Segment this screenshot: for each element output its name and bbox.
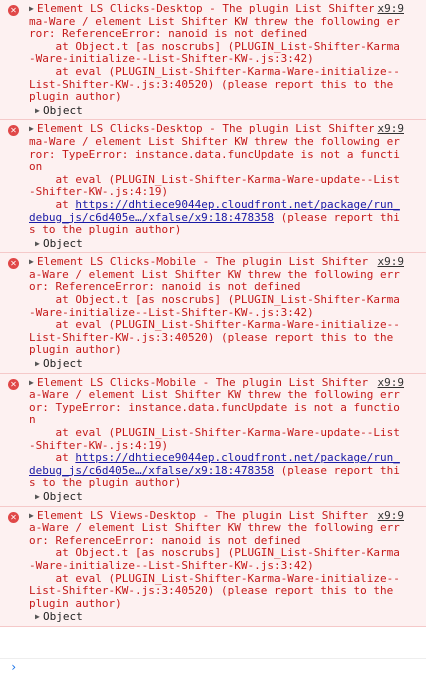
object-toggle[interactable]: ▶ Object [35,357,403,371]
stack-trace-line: at eval (PLUGIN_List-Shifter-Karma-Ware-… [29,318,400,357]
console-error-entry: ✕ x9:9 ▶ Element LS Clicks-Desktop - The pl… [0,0,426,121]
error-icon: ✕ [8,378,19,390]
expand-triangle-icon[interactable]: ▶ [35,491,43,504]
console-prompt[interactable]: › [0,658,426,676]
expand-triangle-icon[interactable]: ▶ [35,611,43,624]
console-panel: ✕ x9:9 ▶ Element LS Clicks-Desktop - The pl… [0,0,426,676]
object-label: Object [43,610,83,624]
stack-trace-line: at Object.t [as noscrubs] (PLUGIN_List-S… [29,39,400,66]
error-message[interactable]: ▶ Element LS Clicks-Mobile - The plugin L… [29,375,403,427]
expand-triangle-icon[interactable]: ▶ [35,105,43,118]
stack-trace-line: at Object.t [as noscrubs] (PLUGIN_List-S… [29,546,400,572]
error-icon: ✕ [8,511,19,523]
prompt-chevron-icon: › [10,660,18,674]
error-icon: ✕ [8,5,19,16]
stack-trace-line: at eval (PLUGIN_List-Shifter-Karma-Ware-… [29,64,400,104]
error-message-text: Element LS Clicks-Desktop - The plugin L… [29,122,402,174]
console-messages: ✕ x9:9 ▶ Element LS Clicks-Desktop - The pl… [0,0,426,627]
error-message-text: Element LS Clicks-Mobile - The plugin Li… [29,375,402,427]
object-toggle[interactable]: ▶ Object [35,103,403,118]
console-error-entry: ✕ x9:9 ▶ Element LS Clicks-Mobile - The plu… [0,373,426,507]
stack-prefix: at [29,197,76,211]
source-link[interactable]: x9:9 [373,256,404,269]
error-message-text: Element LS Clicks-Mobile - The plugin Li… [29,255,402,294]
object-toggle[interactable]: ▶ Object [35,489,403,504]
error-icon: ✕ [8,258,19,270]
error-icon: ✕ [8,125,19,137]
error-message-text: Element LS Clicks-Desktop - The plugin L… [29,2,402,41]
error-message[interactable]: ▶ Element LS Clicks-Mobile - The plugin L… [29,255,403,294]
object-toggle[interactable]: ▶ Object [35,611,403,624]
object-label: Object [43,489,83,503]
source-link[interactable]: x9:9 [373,376,404,390]
console-error-entry: ✕ x9:9 ▶ Element LS Clicks-Mobile - The plu… [0,253,426,374]
object-label: Object [43,357,83,371]
object-label: Object [43,236,83,250]
stack-trace-line: at eval (PLUGIN_List-Shifter-Karma-Ware-… [29,172,400,199]
stack-trace-line: at https://dhtiece9044ep.cloudfront.net/… [29,451,403,490]
source-link[interactable]: x9:9 [373,123,404,136]
console-error-entry: ✕ x9:9 ▶ Element LS Views-Desktop - The plu… [0,506,426,627]
expand-triangle-icon[interactable]: ▶ [35,238,43,251]
stack-trace-line: at https://dhtiece9044ep.cloudfront.net/… [29,197,403,237]
source-link[interactable]: x9:9 [373,2,404,16]
expand-triangle-icon[interactable]: ▶ [35,358,43,371]
object-toggle[interactable]: ▶ Object [35,236,403,251]
console-error-entry: ✕ x9:9 ▶ Element LS Clicks-Desktop - The pl… [0,120,426,254]
stack-prefix: at [29,451,76,465]
error-message[interactable]: ▶ Element LS Clicks-Desktop - The plugin … [29,2,403,41]
stack-trace-line: at eval (PLUGIN_List-Shifter-Karma-Ware-… [29,426,400,452]
stack-trace-line: at eval (PLUGIN_List-Shifter-Karma-Ware-… [29,571,400,610]
error-message[interactable]: ▶ Element LS Views-Desktop - The plugin L… [29,508,403,548]
error-message[interactable]: ▶ Element LS Clicks-Desktop - The plugin … [29,123,403,173]
source-link[interactable]: x9:9 [373,509,404,523]
error-message-text: Element LS Views-Desktop - The plugin Li… [29,508,402,547]
object-label: Object [43,103,83,117]
stack-trace-line: at Object.t [as noscrubs] (PLUGIN_List-S… [29,293,400,319]
